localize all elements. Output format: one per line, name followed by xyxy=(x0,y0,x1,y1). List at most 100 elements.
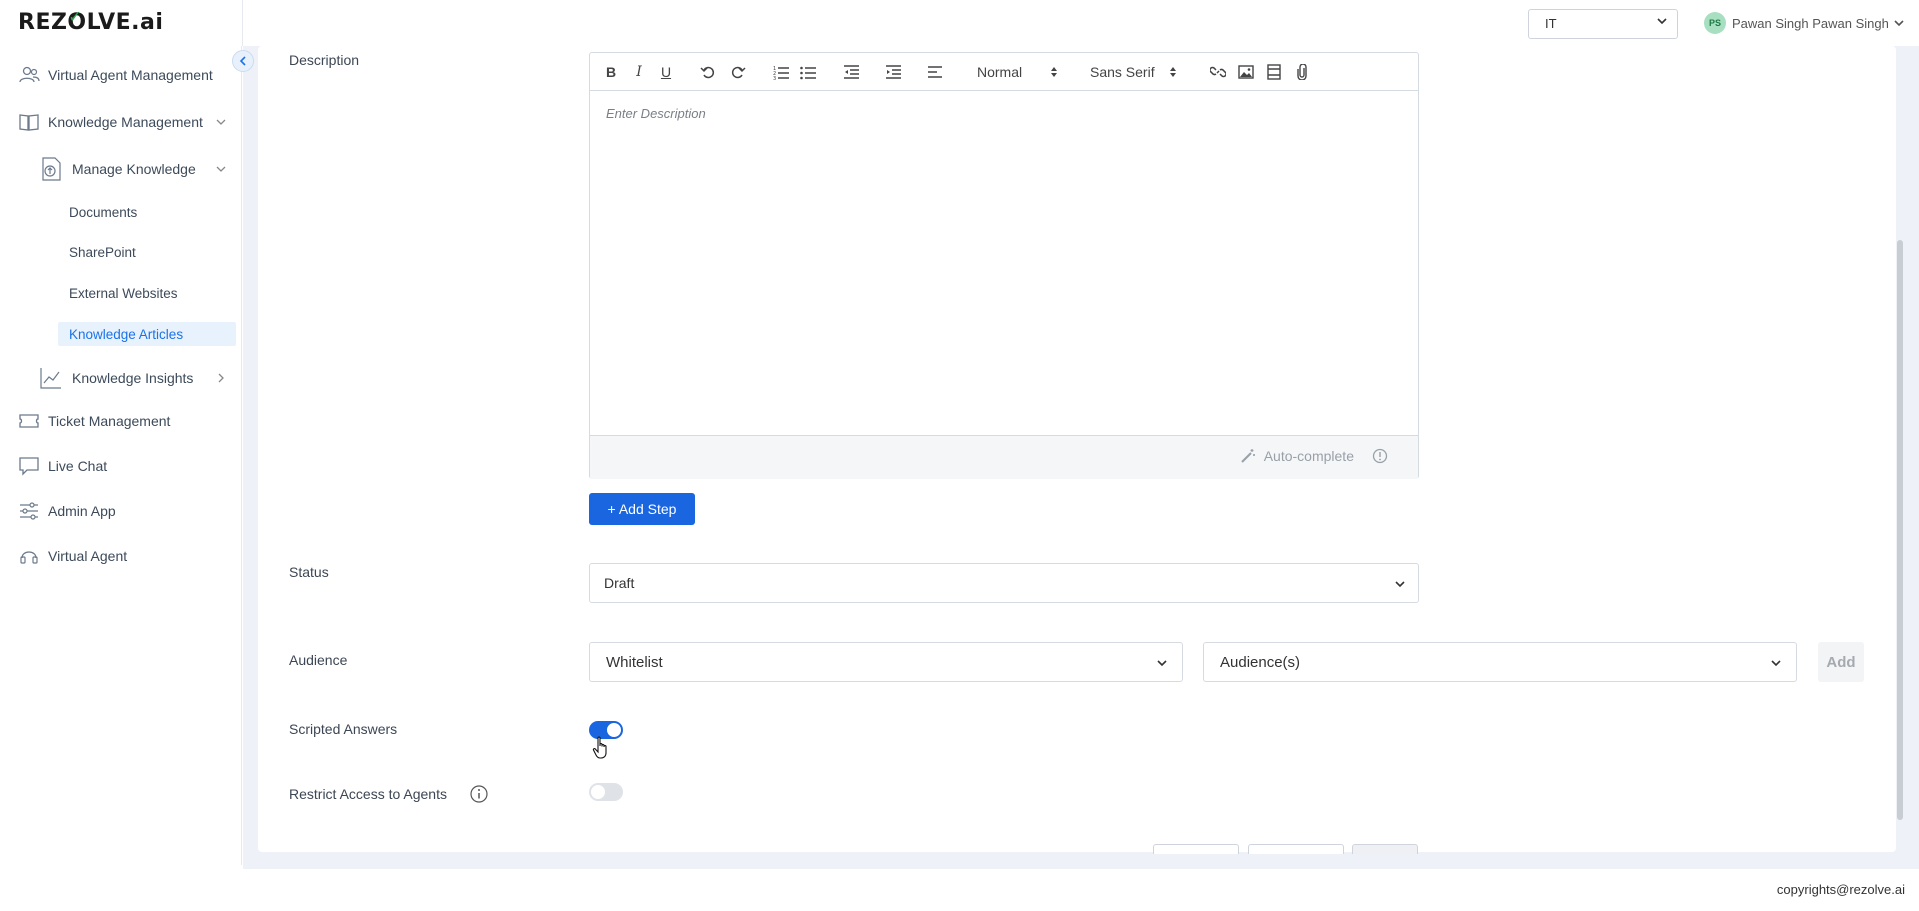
header-divider xyxy=(242,0,243,46)
bullet-list-icon[interactable] xyxy=(798,62,818,82)
sliders-icon xyxy=(20,502,38,520)
chevron-down-icon xyxy=(1157,660,1167,667)
user-name: Pawan Singh Pawan Singh xyxy=(1732,15,1889,31)
up-down-icon xyxy=(1169,67,1176,77)
toggle-knob xyxy=(591,785,605,799)
align-left-icon[interactable] xyxy=(925,62,945,82)
editor-footer: Auto-complete xyxy=(590,435,1418,479)
status-select[interactable]: Draft xyxy=(589,563,1419,603)
info-icon[interactable] xyxy=(1372,448,1388,464)
sidebar-item-sharepoint[interactable]: SharePoint xyxy=(58,240,236,264)
status-label: Status xyxy=(289,564,329,580)
chat-icon xyxy=(19,457,39,476)
sidebar-item-admin-app[interactable]: Admin App xyxy=(0,494,242,528)
audience-label: Audience xyxy=(289,652,348,668)
add-step-button[interactable]: + Add Step xyxy=(589,493,695,525)
description-editor: B I U 123 Normal Sans Serif Enter Descri… xyxy=(589,52,1419,479)
info-icon[interactable] xyxy=(470,785,488,803)
sidebar-item-label: Virtual Agent Management xyxy=(48,67,213,83)
sidebar: Virtual Agent Management Knowledge Manag… xyxy=(0,46,242,865)
chevron-left-icon xyxy=(239,56,246,66)
image-icon[interactable] xyxy=(1236,62,1256,82)
font-select-value: Sans Serif xyxy=(1090,64,1155,80)
restrict-access-label: Restrict Access to Agents xyxy=(289,786,447,802)
sidebar-item-label: Knowledge Management xyxy=(48,114,203,130)
tenant-select-value: IT xyxy=(1545,16,1557,31)
sidebar-item-live-chat[interactable]: Live Chat xyxy=(0,449,242,483)
rezolve-logo[interactable]: REZO ✓ LVE.ai xyxy=(18,7,163,35)
audience-type-select[interactable]: Whitelist xyxy=(589,642,1183,682)
audiences-select[interactable]: Audience(s) xyxy=(1203,642,1797,682)
sidebar-item-label: Manage Knowledge xyxy=(72,161,196,177)
sidebar-item-ticket-management[interactable]: Ticket Management xyxy=(0,404,242,438)
sidebar-item-virtual-agent[interactable]: Virtual Agent xyxy=(0,539,242,573)
ticket-icon xyxy=(19,414,39,428)
users-icon xyxy=(19,66,40,83)
heading-select-value: Normal xyxy=(977,64,1023,80)
check-icon: ✓ xyxy=(68,7,83,26)
ordered-list-icon[interactable]: 123 xyxy=(771,62,791,82)
sidebar-item-knowledge-articles[interactable]: Knowledge Articles xyxy=(58,322,236,346)
sidebar-collapse-button[interactable] xyxy=(232,50,254,72)
magic-wand-icon xyxy=(1241,449,1255,463)
up-down-icon xyxy=(1051,67,1058,77)
chevron-down-icon xyxy=(1395,581,1405,588)
restrict-access-toggle[interactable] xyxy=(589,783,623,801)
chevron-down-icon xyxy=(1657,18,1667,25)
autocomplete-label: Auto-complete xyxy=(1263,448,1354,464)
sidebar-item-external-websites[interactable]: External Websites xyxy=(58,281,236,305)
italic-icon[interactable]: I xyxy=(629,62,649,82)
link-icon[interactable] xyxy=(1208,62,1228,82)
chevron-right-icon xyxy=(218,373,224,383)
sidebar-item-knowledge-insights[interactable]: Knowledge Insights xyxy=(36,361,242,395)
sidebar-item-knowledge-management[interactable]: Knowledge Management xyxy=(0,105,242,139)
font-select[interactable]: Sans Serif xyxy=(1090,62,1177,82)
video-icon[interactable] xyxy=(1264,62,1284,82)
audience-type-value: Whitelist xyxy=(606,653,663,671)
chart-trend-icon xyxy=(40,368,61,389)
autocomplete-button[interactable]: Auto-complete xyxy=(1240,448,1388,464)
chevron-down-icon xyxy=(1771,660,1781,667)
copyright-text: copyrights@rezolve.ai xyxy=(1776,882,1905,897)
scripted-answers-label: Scripted Answers xyxy=(289,721,398,737)
attachment-icon[interactable] xyxy=(1292,62,1312,82)
user-menu[interactable]: PS Pawan Singh Pawan Singh xyxy=(1704,11,1904,35)
underline-icon[interactable]: U xyxy=(656,62,676,82)
sidebar-item-label: Admin App xyxy=(48,503,116,519)
sidebar-item-label: Knowledge Insights xyxy=(72,370,194,386)
top-header: REZO ✓ LVE.ai IT PS Pawan Singh Pawan Sing… xyxy=(0,0,1919,46)
editor-toolbar: B I U 123 Normal Sans Serif xyxy=(590,53,1418,91)
chevron-down-icon xyxy=(1894,20,1904,27)
sidebar-item-label: Live Chat xyxy=(48,458,108,474)
action-button[interactable] xyxy=(1153,844,1239,854)
description-label: Description xyxy=(289,52,360,68)
undo-icon[interactable] xyxy=(698,62,718,82)
description-textarea[interactable]: Enter Description xyxy=(590,91,1418,434)
outdent-icon[interactable] xyxy=(841,62,861,82)
sidebar-item-label: Ticket Management xyxy=(48,413,171,429)
sidebar-item-virtual-agent-management[interactable]: Virtual Agent Management xyxy=(0,58,242,92)
svg-text:3: 3 xyxy=(773,76,776,80)
heading-select[interactable]: Normal xyxy=(977,62,1058,82)
chevron-down-icon xyxy=(216,119,226,125)
chevron-down-icon xyxy=(216,166,226,172)
action-button[interactable] xyxy=(1248,844,1344,854)
add-audience-button[interactable]: Add xyxy=(1818,642,1864,682)
description-placeholder: Enter Description xyxy=(606,106,706,121)
bold-icon[interactable]: B xyxy=(601,62,621,82)
headset-icon xyxy=(20,551,38,564)
sidebar-item-manage-knowledge[interactable]: Manage Knowledge xyxy=(36,152,242,186)
tenant-select[interactable]: IT xyxy=(1528,9,1678,39)
sidebar-item-documents[interactable]: Documents xyxy=(58,200,236,224)
status-select-value: Draft xyxy=(604,575,635,591)
hand-pointer-icon xyxy=(592,736,607,759)
logo-o: O ✓ xyxy=(67,7,87,35)
audiences-placeholder: Audience(s) xyxy=(1220,653,1301,671)
toggle-knob xyxy=(607,723,621,737)
scrollbar[interactable] xyxy=(1897,240,1903,820)
upload-doc-icon xyxy=(42,157,61,181)
action-button[interactable] xyxy=(1352,844,1418,854)
indent-icon[interactable] xyxy=(883,62,903,82)
redo-icon[interactable] xyxy=(728,62,748,82)
avatar: PS xyxy=(1704,12,1726,34)
